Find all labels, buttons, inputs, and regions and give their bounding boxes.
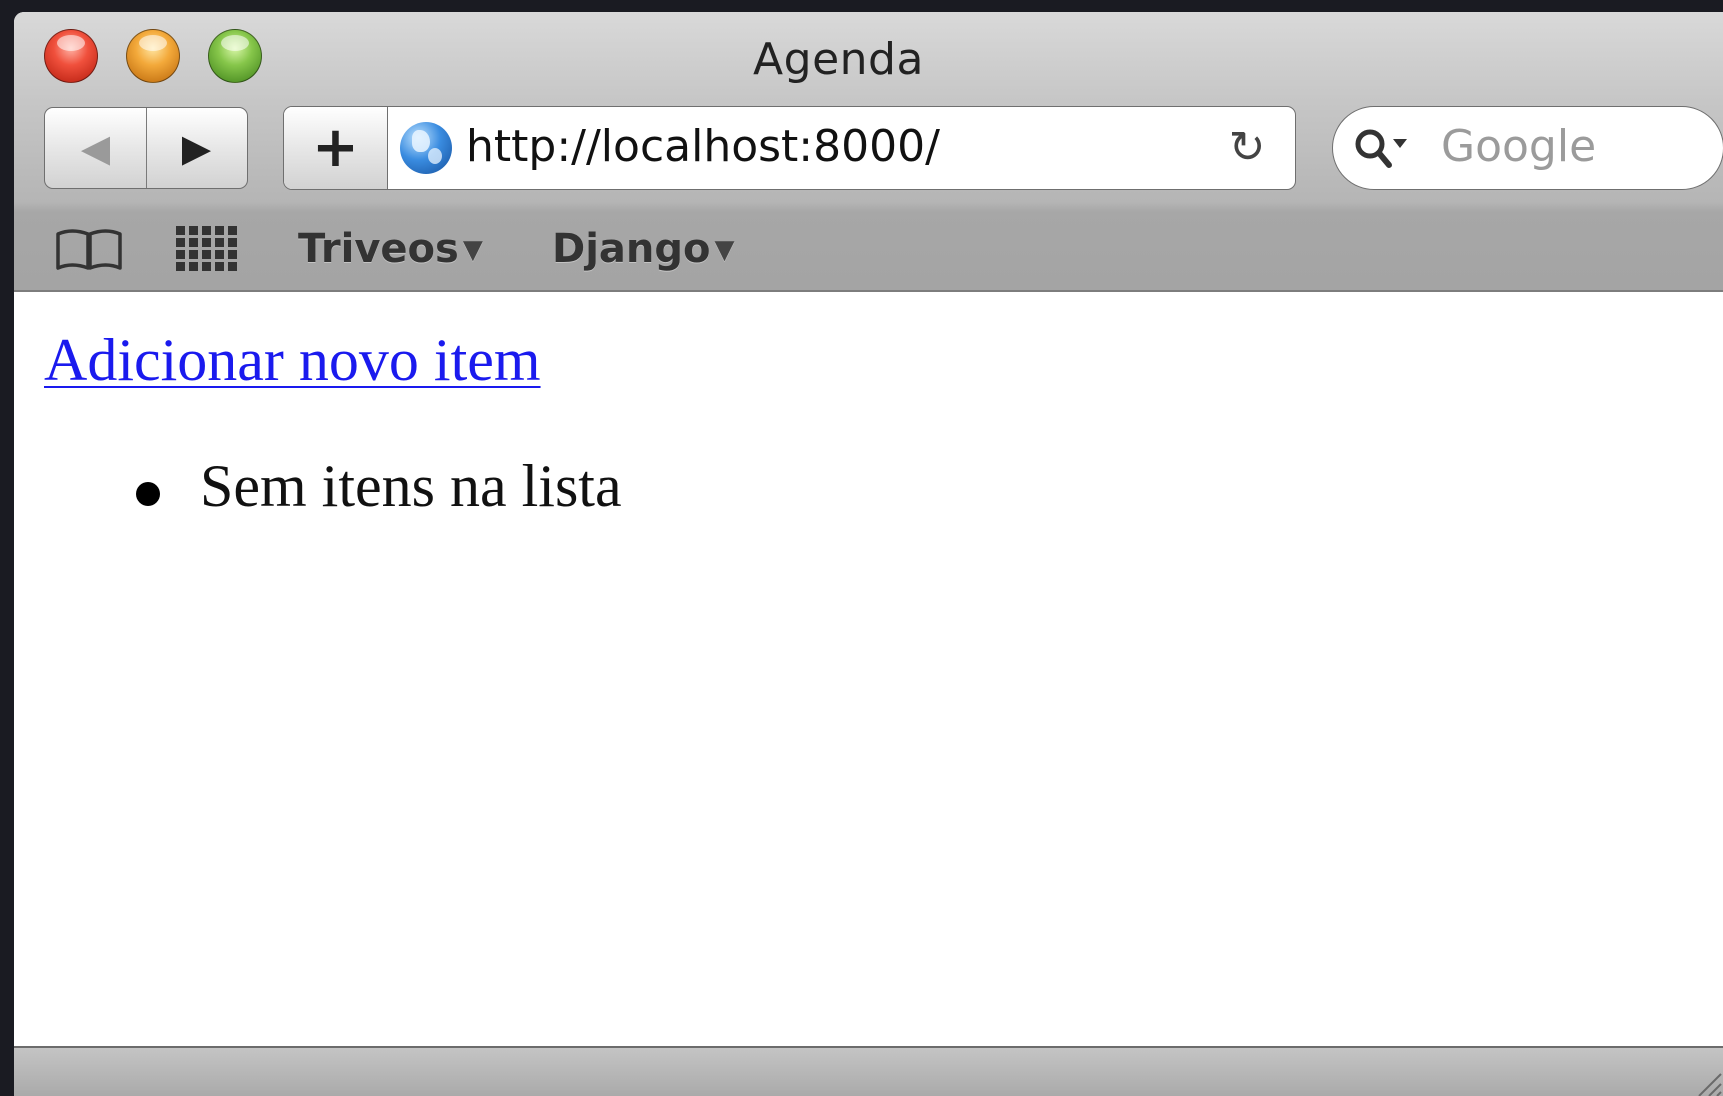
- list-item-text: Sem itens na lista: [200, 453, 622, 519]
- navigation-buttons: ◀ ▶: [44, 107, 248, 189]
- window-title: Agenda: [14, 34, 1723, 85]
- back-arrow-icon: ◀: [80, 126, 111, 170]
- reload-icon[interactable]: ↻: [1221, 121, 1273, 173]
- forward-arrow-icon: ▶: [181, 126, 212, 170]
- top-sites-grid-icon[interactable]: [174, 224, 238, 274]
- resize-grip-icon[interactable]: [1687, 1062, 1723, 1096]
- address-bar: + http://localhost:8000/ ↻: [283, 106, 1296, 190]
- bookmark-folder-django[interactable]: Django ▼: [552, 226, 735, 272]
- bookmark-folder-label: Django: [552, 226, 711, 272]
- page-content: Adicionar novo item Sem itens na lista: [14, 292, 1723, 1046]
- back-button[interactable]: ◀: [45, 108, 147, 188]
- list-item: Sem itens na lista: [14, 452, 622, 521]
- globe-icon: [400, 122, 452, 174]
- add-new-item-link[interactable]: Adicionar novo item: [44, 326, 541, 395]
- bullet-icon: [136, 482, 160, 506]
- dropdown-caret-icon: ▼: [462, 235, 483, 265]
- forward-button[interactable]: ▶: [146, 108, 247, 188]
- status-bar: [14, 1046, 1723, 1096]
- window-title-text: Agenda: [753, 34, 924, 85]
- item-list: Sem itens na lista: [14, 452, 622, 521]
- search-input[interactable]: Google: [1441, 121, 1596, 172]
- bookmarks-book-icon[interactable]: [54, 226, 124, 272]
- url-input[interactable]: http://localhost:8000/: [466, 121, 940, 172]
- browser-toolbar: Agenda ◀ ▶ + http://localhost:8000/ ↻ Go: [14, 12, 1723, 292]
- magnifier-dropdown-icon[interactable]: [1353, 125, 1413, 171]
- add-bookmark-button[interactable]: +: [284, 107, 388, 189]
- plus-icon: +: [312, 115, 359, 180]
- browser-window: Agenda ◀ ▶ + http://localhost:8000/ ↻ Go: [14, 12, 1723, 1096]
- bookmark-folder-triveos[interactable]: Triveos ▼: [298, 226, 483, 272]
- dropdown-caret-icon: ▼: [714, 235, 735, 265]
- search-field[interactable]: Google: [1332, 106, 1723, 190]
- bookmark-folder-label: Triveos: [298, 226, 459, 272]
